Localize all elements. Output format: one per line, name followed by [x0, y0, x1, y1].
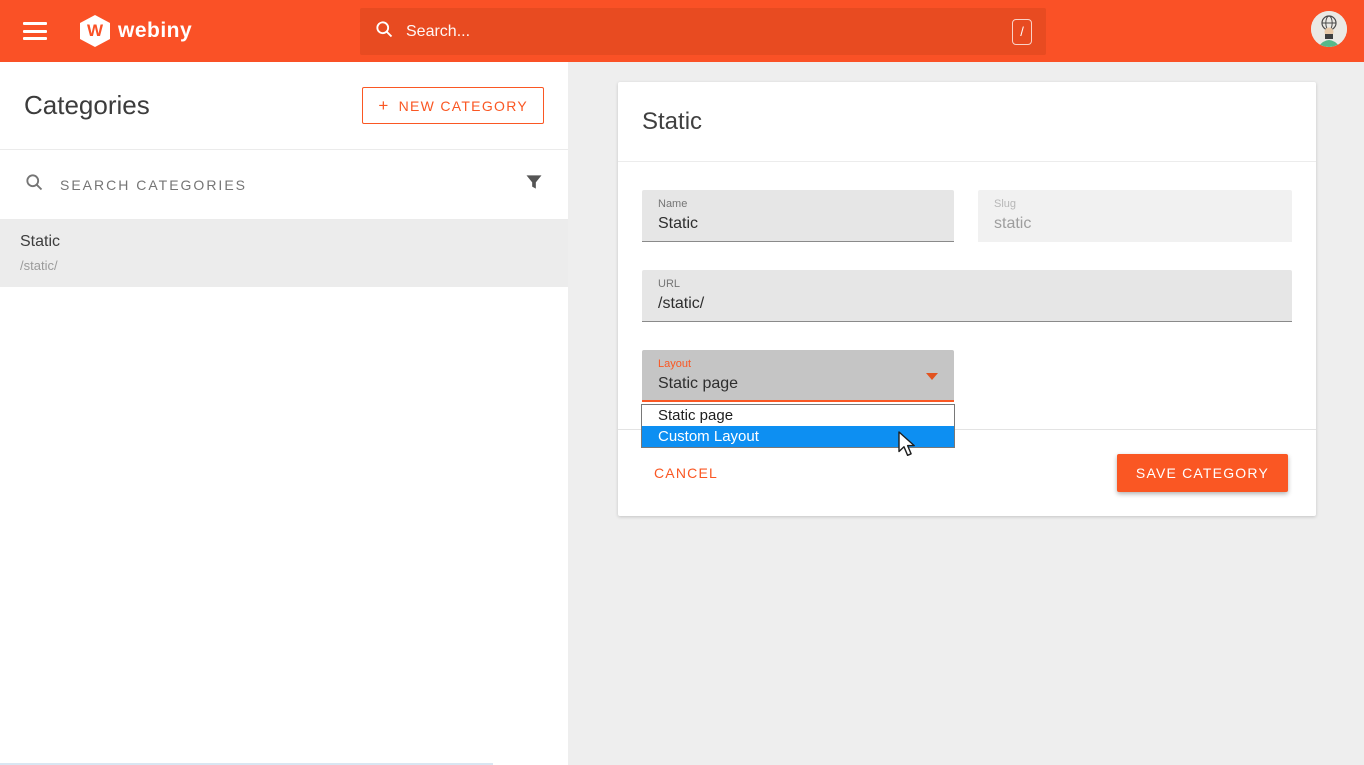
- categories-search-row: [0, 150, 568, 220]
- layout-label: Layout: [658, 358, 938, 371]
- category-list-item[interactable]: Static /static/: [0, 220, 568, 287]
- layout-option-static-page[interactable]: Static page: [642, 405, 954, 426]
- global-search[interactable]: /: [360, 8, 1046, 55]
- category-name: Static: [20, 233, 548, 251]
- url-label: URL: [658, 278, 1276, 291]
- slug-value: static: [994, 215, 1276, 233]
- card-body: Name Static Slug static URL /static/ Lay…: [618, 162, 1316, 429]
- name-slug-row: Name Static Slug static: [642, 190, 1292, 242]
- name-value: Static: [658, 215, 938, 233]
- category-url: /static/: [20, 258, 548, 273]
- slug-field: Slug static: [978, 190, 1292, 242]
- search-icon: [24, 172, 44, 197]
- slash-shortcut-badge: /: [1012, 19, 1032, 45]
- hamburger-menu-icon[interactable]: [23, 22, 47, 40]
- layout-selected-value: Static page: [658, 375, 938, 393]
- category-form-card: Static Name Static Slug static URL /stat…: [618, 82, 1316, 516]
- name-field[interactable]: Name Static: [642, 190, 954, 242]
- webiny-logo[interactable]: W webiny: [80, 15, 192, 47]
- save-category-button[interactable]: SAVE CATEGORY: [1117, 454, 1288, 492]
- slug-label: Slug: [994, 198, 1276, 211]
- brand-name: webiny: [118, 19, 192, 43]
- name-label: Name: [658, 198, 938, 211]
- categories-panel: Categories + NEW CATEGORY Static /static…: [0, 62, 568, 765]
- url-field[interactable]: URL /static/: [642, 270, 1292, 322]
- search-icon: [374, 19, 394, 44]
- layout-select[interactable]: Layout Static page: [642, 350, 954, 402]
- topbar: W webiny /: [0, 0, 1364, 62]
- url-value: /static/: [658, 295, 1276, 313]
- categories-search-input[interactable]: [60, 177, 524, 193]
- user-avatar[interactable]: [1311, 11, 1347, 47]
- filter-icon[interactable]: [524, 172, 544, 197]
- chevron-down-icon: [926, 373, 938, 380]
- global-search-input[interactable]: [406, 23, 1012, 41]
- categories-header: Categories + NEW CATEGORY: [0, 62, 568, 150]
- card-header: Static: [618, 82, 1316, 162]
- new-category-label: NEW CATEGORY: [399, 98, 528, 114]
- layout-option-custom-layout[interactable]: Custom Layout: [642, 426, 954, 447]
- new-category-button[interactable]: + NEW CATEGORY: [362, 87, 544, 124]
- layout-dropdown-menu: Static page Custom Layout: [641, 404, 955, 448]
- cancel-button[interactable]: CANCEL: [654, 465, 718, 481]
- webiny-hexagon-icon: W: [80, 15, 110, 47]
- plus-icon: +: [378, 97, 389, 114]
- page-title: Categories: [24, 90, 150, 121]
- form-title: Static: [642, 108, 702, 136]
